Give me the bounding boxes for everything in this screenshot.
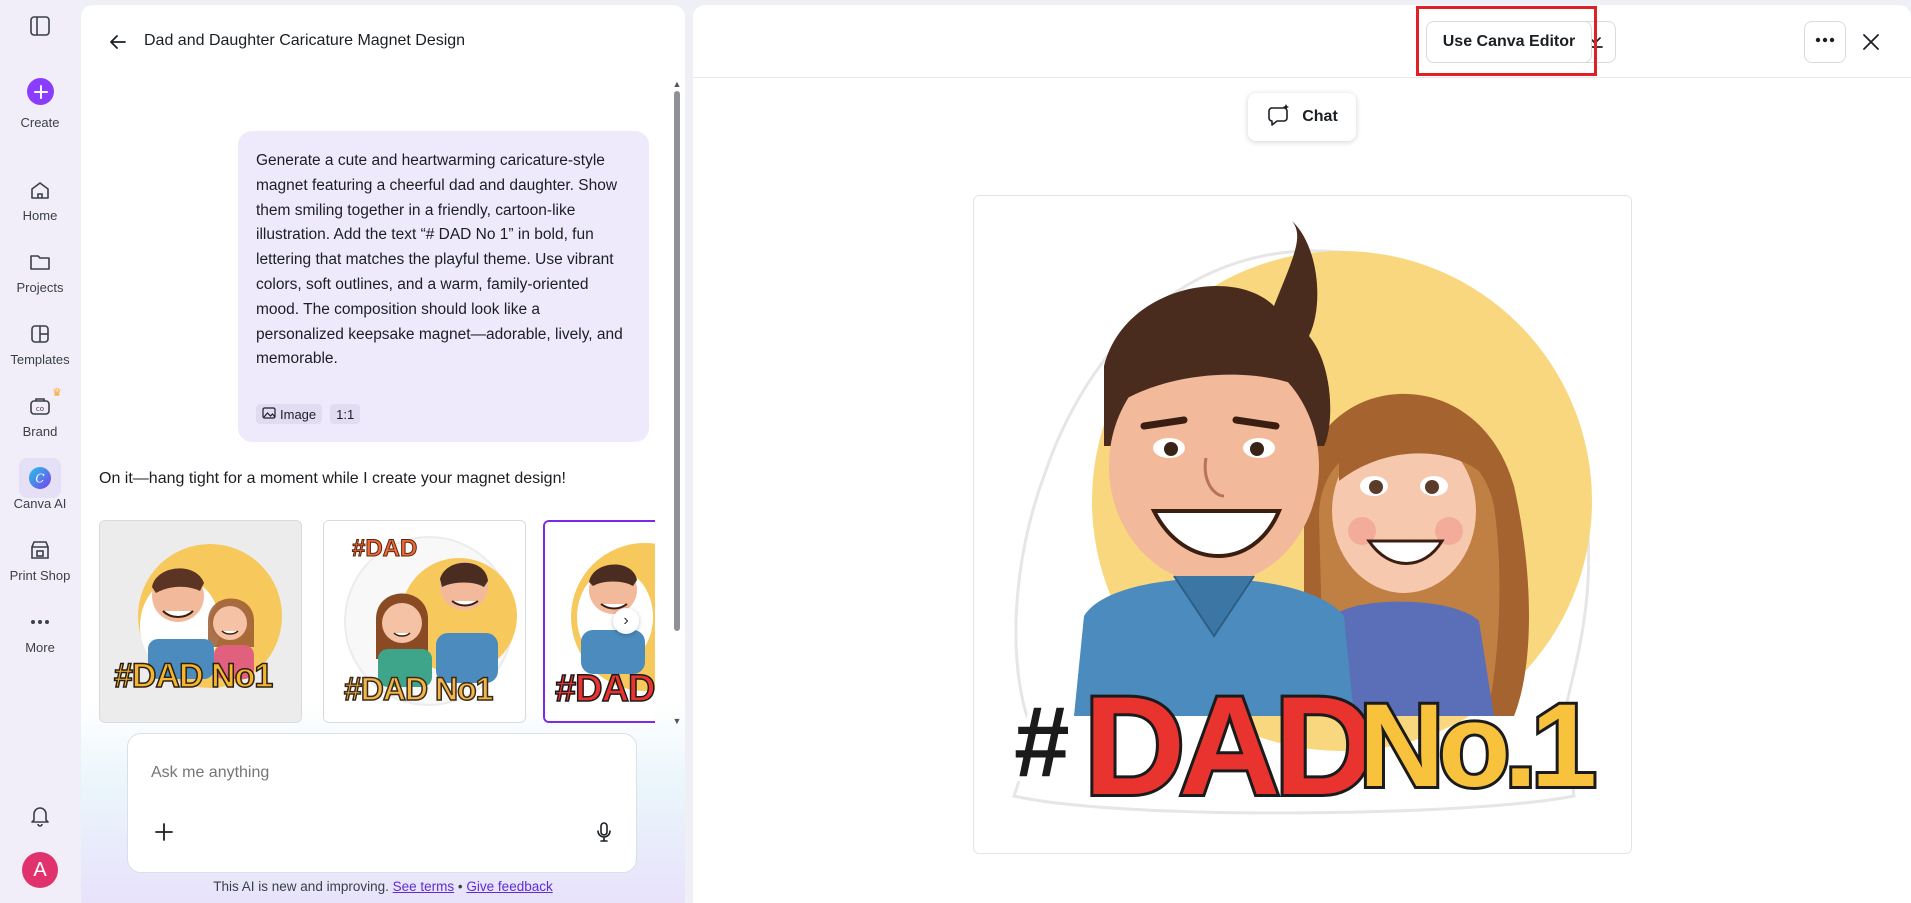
svg-text:co: co — [36, 405, 44, 413]
scroll-up-arrow-icon[interactable]: ▲ — [672, 80, 682, 89]
print-shop-icon — [28, 538, 52, 562]
user-message-bubble: Generate a cute and heartwarming caricat… — [238, 131, 649, 442]
image-chip: Image — [256, 404, 323, 424]
crown-icon: ♛ — [52, 387, 62, 399]
avatar[interactable]: A — [22, 852, 58, 888]
user-message-text: Generate a cute and heartwarming caricat… — [256, 152, 623, 368]
create-label: Create — [20, 115, 60, 130]
preview-panel: Use Canva Editor Chat # DAD No.1 — [693, 5, 1911, 903]
thumbnail-text: #DAD — [554, 667, 655, 711]
preview-toolbar: Use Canva Editor — [693, 5, 1911, 78]
scroll-down-arrow-icon[interactable]: ▼ — [672, 717, 682, 726]
thumbnail-hashtag-icon: #DAD — [351, 535, 418, 563]
svg-text:#: # — [1014, 686, 1070, 798]
svg-text:C: C — [35, 472, 44, 486]
add-attachment-plus-icon[interactable] — [152, 820, 176, 844]
sidebar-item-label: Templates — [10, 352, 70, 367]
more-horizontal-icon — [1814, 29, 1836, 56]
canva-ai-icon: C — [28, 466, 52, 490]
chat-title: Dad and Daughter Caricature Magnet Desig… — [144, 32, 466, 49]
generated-design-preview: # DAD No.1 — [973, 195, 1632, 854]
sidebar-toggle-icon[interactable] — [27, 13, 53, 39]
more-options-button[interactable] — [1804, 21, 1846, 63]
ratio-chip: 1:1 — [330, 404, 361, 424]
image-chip-label: Image — [280, 406, 317, 422]
artwork-no-text: No.1 — [1359, 680, 1594, 812]
sidebar-item-label: Print Shop — [9, 568, 71, 583]
sidebar-item-home[interactable]: Home — [0, 178, 80, 246]
sidebar-item-projects[interactable]: Projects — [0, 250, 80, 318]
prompt-chips: Image 1:1 — [256, 404, 361, 424]
close-icon[interactable] — [1860, 31, 1882, 53]
notifications-bell-icon[interactable] — [27, 802, 53, 828]
thumbnail-option-1[interactable]: #DAD No1 — [99, 520, 302, 723]
templates-icon — [28, 322, 52, 346]
brand-icon: co — [28, 394, 52, 418]
plus-icon — [27, 78, 54, 105]
sidebar-item-label: Projects — [16, 280, 64, 295]
sidebar-item-label: Brand — [22, 424, 58, 439]
thumbnail-text: #DAD No1 — [113, 656, 274, 696]
chat-bubble-icon — [1266, 102, 1292, 133]
microphone-icon[interactable] — [592, 820, 616, 844]
thumbnail-text: #DAD No1 — [343, 670, 494, 708]
ai-disclaimer: This AI is new and improving. See terms … — [81, 879, 685, 894]
more-icon — [28, 610, 52, 634]
chevron-right-icon[interactable]: › — [613, 608, 639, 634]
magnet-artwork: # DAD No.1 — [1009, 221, 1603, 827]
home-icon — [28, 178, 52, 202]
disclaimer-text: This AI is new and improving. — [213, 879, 389, 894]
result-thumbnails: #DAD No1 #DAD #DAD No1 #DAD › — [99, 520, 655, 727]
sidebar-item-more[interactable]: More — [0, 610, 80, 678]
chat-input-box — [127, 733, 637, 873]
sidebar-item-canva-ai[interactable]: C Canva AI — [0, 458, 80, 534]
separator: • — [457, 879, 463, 894]
sidebar-item-templates[interactable]: Templates — [0, 322, 80, 390]
give-feedback-link[interactable]: Give feedback — [466, 879, 552, 894]
sidebar-item-print-shop[interactable]: Print Shop — [0, 538, 80, 606]
use-canva-editor-button[interactable]: Use Canva Editor — [1426, 21, 1592, 63]
sidebar-item-brand[interactable]: co ♛ Brand — [0, 387, 80, 462]
thumbnail-option-2[interactable]: #DAD #DAD No1 — [323, 520, 526, 723]
sidebar-item-label: Canva AI — [13, 496, 67, 511]
chat-panel: Dad and Daughter Caricature Magnet Desig… — [81, 5, 685, 903]
folder-icon — [28, 250, 52, 274]
chat-toggle-button[interactable]: Chat — [1248, 93, 1356, 141]
back-arrow-icon[interactable] — [105, 29, 131, 55]
image-icon — [262, 406, 276, 423]
sidebar-item-label: Home — [22, 208, 58, 223]
chat-input[interactable] — [151, 764, 591, 782]
see-terms-link[interactable]: See terms — [393, 879, 455, 894]
artwork-dad-text: DAD — [1084, 667, 1370, 824]
ai-reply-text: On it—hang tight for a moment while I cr… — [99, 470, 566, 487]
scrollbar[interactable] — [674, 91, 680, 631]
left-rail: Create Home Projects Templates co ♛ Bran… — [0, 0, 80, 903]
sidebar-item-label: More — [25, 640, 55, 655]
chat-toggle-label: Chat — [1302, 108, 1338, 125]
